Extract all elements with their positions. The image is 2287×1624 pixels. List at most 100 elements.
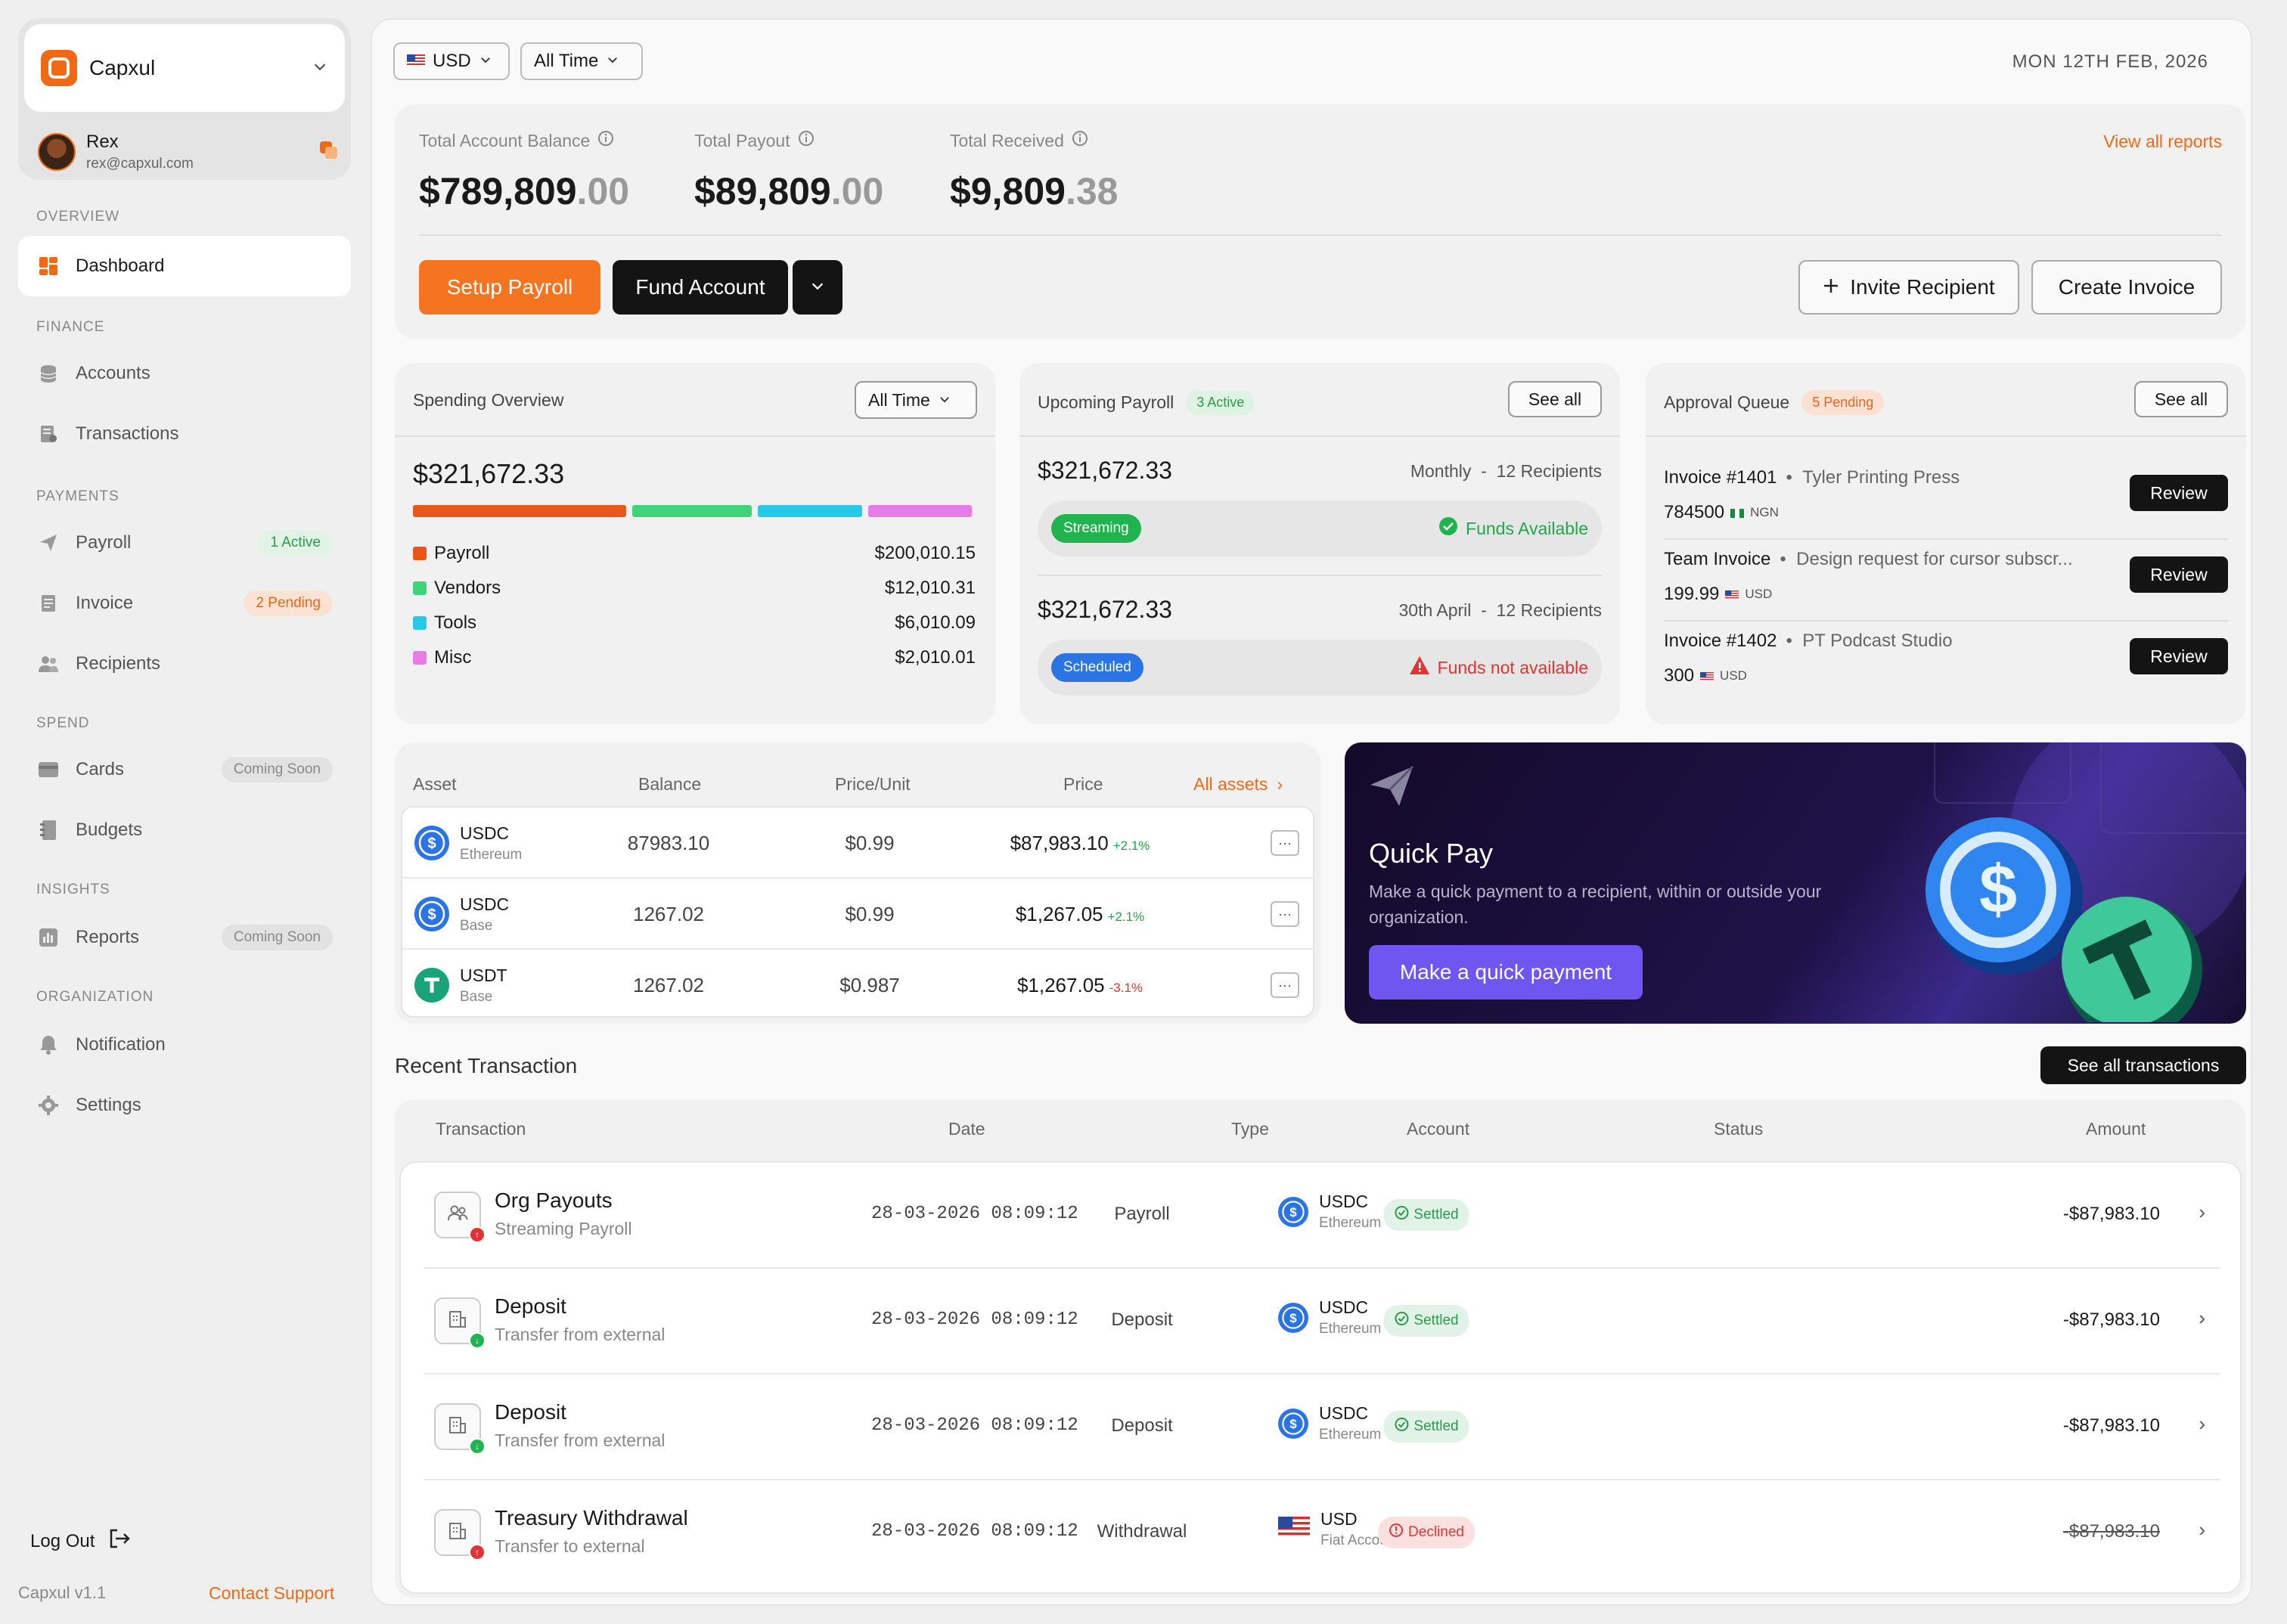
see-all-transactions-button[interactable]: See all transactions	[2040, 1046, 2246, 1084]
all-assets-link[interactable]: All assets ›	[1193, 774, 1283, 795]
range-dropdown[interactable]: All Time	[520, 42, 643, 80]
arrow-up-icon: ↑	[469, 1544, 486, 1560]
spending-range-dropdown[interactable]: All Time	[855, 381, 977, 419]
sidebar-item-notification[interactable]: Notification	[18, 1015, 351, 1075]
bank-icon	[448, 1415, 467, 1439]
sidebar-item-invoice[interactable]: Invoice 2 Pending	[18, 573, 351, 634]
approval-subtitle: • Design request for cursor subscr...	[1780, 549, 2073, 569]
payroll-see-all-button[interactable]: See all	[1508, 381, 1602, 417]
payroll-status-row[interactable]: Scheduled Funds not available	[1038, 640, 1602, 696]
approval-see-all-button[interactable]: See all	[2134, 381, 2228, 417]
document-icon	[36, 591, 61, 615]
info-icon[interactable]	[798, 130, 815, 151]
users-icon	[446, 1204, 469, 1226]
approval-currency: USD	[1745, 587, 1773, 601]
table-row[interactable]: ↑ Org Payouts Streaming Payroll 28-03-20…	[424, 1163, 2220, 1267]
sidebar-item-label: Invoice	[76, 593, 134, 613]
range-label: All Time	[868, 389, 930, 410]
contact-support-link[interactable]: Contact Support	[209, 1583, 334, 1604]
fund-account-button[interactable]: Fund Account	[613, 260, 788, 315]
table-row[interactable]: ↑ Treasury Withdrawal Transfer to extern…	[424, 1480, 2220, 1585]
make-quick-payment-button[interactable]: Make a quick payment	[1369, 945, 1643, 1000]
schedule-label: Monthly	[1410, 461, 1472, 481]
sidebar-item-cards[interactable]: Cards Coming Soon	[18, 739, 351, 800]
approval-subtitle: • Tyler Printing Press	[1786, 467, 1960, 488]
transaction-account: $ USDC Ethereum	[1278, 1297, 1381, 1337]
spending-bar-segment-vendors	[631, 505, 753, 517]
payroll-amount: $321,672.33	[1038, 457, 1172, 484]
transaction-type-icon: ↓	[434, 1403, 486, 1455]
review-button[interactable]: Review	[2130, 556, 2228, 593]
stat-label: Total Received	[950, 130, 1064, 150]
sidebar-item-label: Reports	[76, 927, 140, 947]
payroll-status-row[interactable]: Streaming Funds Available	[1038, 501, 1602, 556]
stat-value: $9,809	[950, 170, 1066, 212]
funds-status: Funds Available	[1438, 516, 1588, 541]
asset-row[interactable]: $ USDC Ethereum 87983.10 $0.99 $87,983.10…	[402, 807, 1313, 879]
sidebar-item-reports[interactable]: Reports Coming Soon	[18, 907, 351, 968]
divider	[1038, 575, 1602, 576]
transactions-table: ↑ Org Payouts Streaming Payroll 28-03-20…	[399, 1161, 2242, 1594]
asset-row[interactable]: USDT Base 1267.02 $0.987 $1,267.05 -3.1% ·…	[402, 950, 1313, 1021]
chevron-right-icon[interactable]: ›	[2199, 1306, 2205, 1330]
sidebar-item-accounts[interactable]: Accounts	[18, 343, 351, 404]
more-options-button[interactable]: ···	[1271, 901, 1299, 927]
date-header: Date	[948, 1119, 985, 1139]
app-version: Capxul v1.1	[18, 1583, 107, 1602]
status-badge: Settled	[1383, 1199, 1469, 1231]
chevron-right-icon[interactable]: ›	[2199, 1412, 2205, 1436]
legend-label: Payroll	[434, 543, 490, 563]
copy-icon[interactable]	[318, 139, 340, 166]
sidebar-item-dashboard[interactable]: Dashboard	[18, 236, 351, 296]
sidebar-item-transactions[interactable]: Transactions	[18, 404, 351, 464]
asset-unit-price: $0.987	[839, 973, 900, 996]
view-all-reports-link[interactable]: View all reports	[2103, 132, 2222, 152]
chevron-down-icon	[606, 51, 619, 72]
transaction-date: 28-03-2026 08:09:12	[871, 1309, 1078, 1330]
sidebar-item-settings[interactable]: Settings	[18, 1075, 351, 1136]
status-badge: Declined	[1378, 1517, 1475, 1548]
logout-button[interactable]: Log Out	[30, 1529, 131, 1554]
asset-balance: 1267.02	[633, 902, 704, 925]
setup-payroll-button[interactable]: Setup Payroll	[419, 260, 600, 315]
amount-header: Amount	[2086, 1119, 2146, 1139]
stat-value: $789,809	[419, 170, 577, 212]
chevron-down-icon	[312, 58, 328, 79]
more-options-button[interactable]: ···	[1271, 972, 1299, 998]
chevron-right-icon[interactable]: ›	[2199, 1518, 2205, 1542]
transaction-name: Deposit	[495, 1400, 566, 1424]
range-label: All Time	[534, 51, 599, 71]
workspace-switcher[interactable]: Capxul	[24, 24, 345, 112]
review-button[interactable]: Review	[2130, 638, 2228, 674]
review-button[interactable]: Review	[2130, 475, 2228, 511]
asset-price: $87,983.10 +2.1%	[1010, 832, 1150, 855]
price-change: +2.1%	[1107, 909, 1145, 924]
info-icon[interactable]	[1072, 130, 1088, 151]
invite-recipient-label: Invite Recipient	[1850, 275, 1995, 299]
table-row[interactable]: ↓ Deposit Transfer from external 28-03-2…	[424, 1375, 2220, 1479]
fund-account-menu-button[interactable]	[793, 260, 842, 315]
invite-recipient-button[interactable]: Invite Recipient	[1798, 260, 2019, 315]
chevron-right-icon[interactable]: ›	[2199, 1201, 2205, 1224]
create-invoice-button[interactable]: Create Invoice	[2031, 260, 2222, 315]
legend-tools: Tools $6,010.09	[413, 612, 976, 634]
spending-bar-segment-misc	[867, 505, 972, 517]
sidebar-item-recipients[interactable]: Recipients	[18, 634, 351, 694]
workspace-card: Capxul Rex rex@capxul.com	[18, 18, 351, 180]
chevron-down-icon	[938, 390, 951, 411]
asset-row[interactable]: $ USDC Base 1267.02 $0.99 $1,267.05 +2.1% …	[402, 879, 1313, 950]
currency-dropdown[interactable]: USD	[393, 42, 510, 80]
status-badge: Settled	[1383, 1305, 1469, 1337]
more-options-button[interactable]: ···	[1271, 830, 1299, 856]
account-network: Ethereum	[1319, 1427, 1382, 1443]
user-profile[interactable]: Rex rex@capxul.com	[38, 132, 340, 172]
sidebar-item-payroll[interactable]: Payroll 1 Active	[18, 513, 351, 573]
section-spend: SPEND	[36, 715, 90, 731]
status-badge: Settled	[1383, 1411, 1469, 1443]
asset-name: USDC	[460, 823, 510, 843]
sidebar-item-budgets[interactable]: Budgets	[18, 800, 351, 860]
asset-name: USDC	[460, 894, 510, 914]
table-row[interactable]: ↓ Deposit Transfer from external 28-03-2…	[424, 1269, 2220, 1373]
recipients-count: 12 Recipients	[1496, 461, 1602, 481]
info-icon[interactable]	[597, 130, 614, 151]
